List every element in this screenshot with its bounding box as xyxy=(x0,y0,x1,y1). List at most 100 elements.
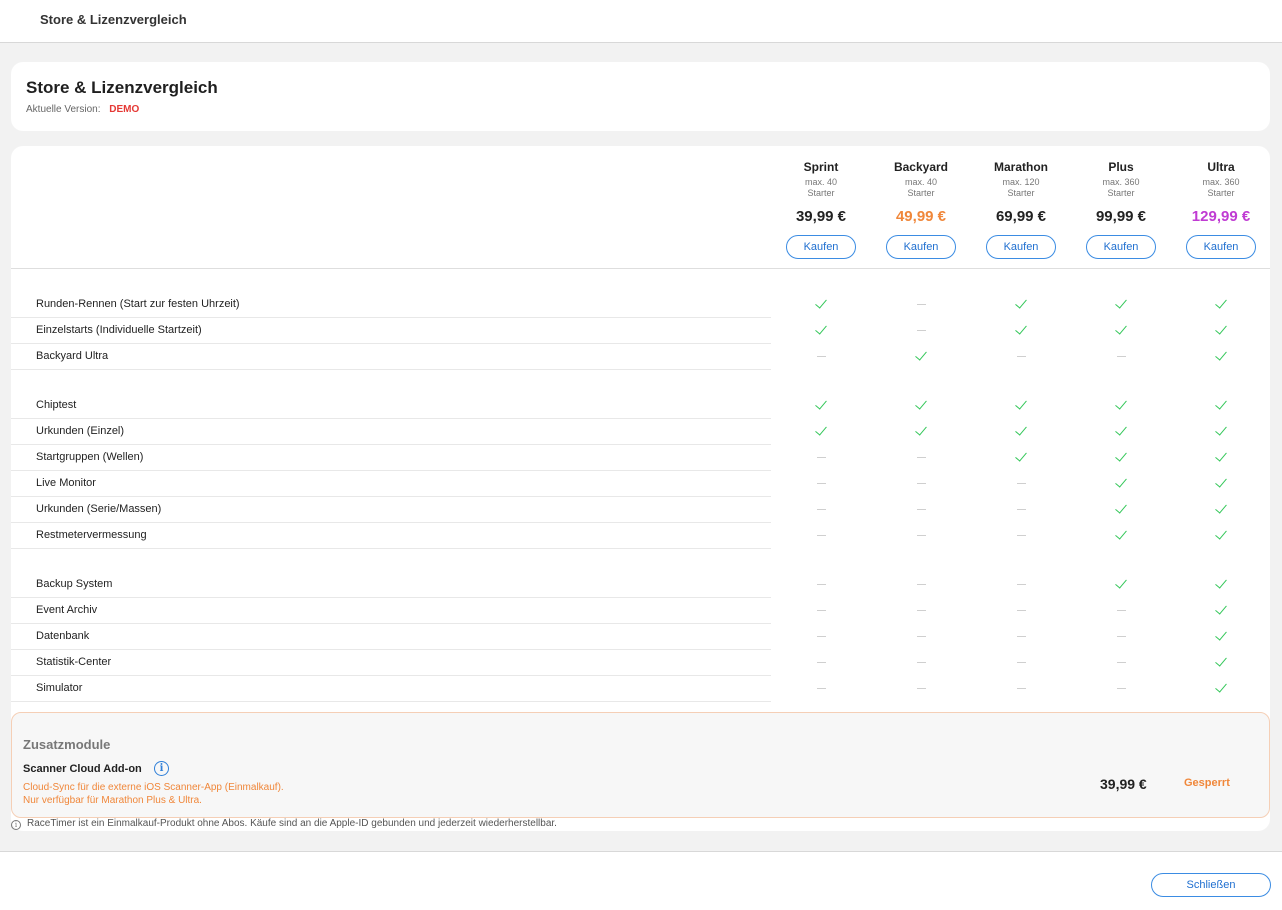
availability-cell xyxy=(771,650,871,676)
availability-cell xyxy=(771,572,871,598)
plan-capacity-max: max. 40 xyxy=(804,177,837,187)
availability-cell xyxy=(1171,318,1271,344)
checkmark-icon xyxy=(1115,297,1127,311)
availability-cell xyxy=(1071,471,1171,497)
feature-label: Simulator xyxy=(36,682,83,694)
feature-label: Statistik-Center xyxy=(36,656,112,668)
availability-cell xyxy=(1071,393,1171,419)
buy-button[interactable]: Kaufen xyxy=(986,235,1056,259)
plan-price: 99,99 € xyxy=(1095,208,1147,225)
buy-button[interactable]: Kaufen xyxy=(886,235,956,259)
feature-row: Statistik-Center xyxy=(11,650,1270,676)
info-icon: i xyxy=(11,820,21,830)
checkmark-icon xyxy=(1215,502,1227,516)
plan-column-4: Ultra max. 360 Starter 129,99 € Kaufen xyxy=(1171,160,1271,259)
dash-icon xyxy=(816,610,826,611)
dash-icon xyxy=(816,636,826,637)
feature-label: Live Monitor xyxy=(36,477,96,489)
feature-row: Urkunden (Einzel) xyxy=(11,419,1270,445)
buy-button[interactable]: Kaufen xyxy=(1086,235,1156,259)
availability-cell xyxy=(771,393,871,419)
checkmark-icon xyxy=(1115,450,1127,464)
addon-section: Zusatzmodule Scanner Cloud Add-on i Clou… xyxy=(11,712,1270,818)
feature-row: Restmetervermessung xyxy=(11,523,1270,549)
dash-icon xyxy=(816,688,826,689)
dash-icon xyxy=(816,457,826,458)
dash-icon xyxy=(1016,356,1026,357)
dash-icon xyxy=(1116,610,1126,611)
dash-icon xyxy=(1116,356,1126,357)
availability-cell xyxy=(1171,344,1271,370)
checkmark-icon xyxy=(815,297,827,311)
feature-label: Chiptest xyxy=(36,399,77,411)
availability-cell xyxy=(971,624,1071,650)
checkmark-icon xyxy=(1015,424,1027,438)
plan-name: Sprint xyxy=(803,160,839,174)
addon-status: Gesperrt xyxy=(1184,777,1230,789)
availability-cell xyxy=(871,598,971,624)
license-comparison-card: Sprint max. 40 Starter 39,99 € Kaufen Backyar… xyxy=(11,146,1270,831)
availability-cell xyxy=(1071,292,1171,318)
bottom-bar: Schließen xyxy=(0,851,1282,910)
feature-row: Backup System xyxy=(11,572,1270,598)
availability-cell xyxy=(871,419,971,445)
availability-cell xyxy=(971,318,1071,344)
checkmark-icon xyxy=(815,424,827,438)
checkmark-icon xyxy=(1115,476,1127,490)
checkmark-icon xyxy=(1215,297,1227,311)
dash-icon xyxy=(816,483,826,484)
plan-capacity-max: max. 360 xyxy=(1102,177,1140,187)
availability-cell xyxy=(771,344,871,370)
plan-capacity: max. 120 Starter xyxy=(971,177,1071,199)
dash-icon xyxy=(916,330,926,331)
plan-capacity-max: max. 120 xyxy=(1002,177,1040,187)
availability-cell xyxy=(1171,497,1271,523)
dash-icon xyxy=(1016,610,1026,611)
plan-name: Backyard xyxy=(893,160,949,174)
availability-cell xyxy=(871,344,971,370)
row-divider xyxy=(11,701,771,702)
availability-cell xyxy=(971,292,1071,318)
dash-icon xyxy=(916,662,926,663)
availability-cell xyxy=(1171,445,1271,471)
availability-cell xyxy=(771,598,871,624)
dash-icon xyxy=(916,688,926,689)
availability-cell xyxy=(871,393,971,419)
availability-cell xyxy=(971,344,1071,370)
plan-capacity-max: max. 360 xyxy=(1202,177,1240,187)
availability-cell xyxy=(971,393,1071,419)
feature-row: Einzelstarts (Individuelle Startzeit) xyxy=(11,318,1270,344)
availability-cell xyxy=(771,318,871,344)
feature-label: Restmetervermessung xyxy=(36,529,147,541)
dash-icon xyxy=(916,483,926,484)
plan-price: 39,99 € xyxy=(795,208,847,225)
buy-button[interactable]: Kaufen xyxy=(786,235,856,259)
feature-row: Event Archiv xyxy=(11,598,1270,624)
availability-cell xyxy=(971,419,1071,445)
dash-icon xyxy=(1016,535,1026,536)
checkmark-icon xyxy=(1115,323,1127,337)
availability-cell xyxy=(1171,292,1271,318)
checkmark-icon xyxy=(1015,450,1027,464)
addon-price: 39,99 € xyxy=(1100,776,1147,792)
dash-icon xyxy=(1116,662,1126,663)
checkmark-icon xyxy=(1215,577,1227,591)
availability-cell xyxy=(771,445,871,471)
checkmark-icon xyxy=(1215,398,1227,412)
availability-cell xyxy=(1171,572,1271,598)
availability-cell xyxy=(871,523,971,549)
version-badge: DEMO xyxy=(109,104,140,115)
close-button[interactable]: Schließen xyxy=(1151,873,1271,897)
checkmark-icon xyxy=(915,349,927,363)
availability-cell xyxy=(1071,318,1171,344)
availability-cell xyxy=(871,650,971,676)
availability-cell xyxy=(1071,598,1171,624)
header-divider xyxy=(11,268,1270,269)
availability-cell xyxy=(1071,650,1171,676)
dash-icon xyxy=(816,584,826,585)
checkmark-icon xyxy=(915,398,927,412)
info-icon[interactable]: i xyxy=(154,761,169,776)
buy-button[interactable]: Kaufen xyxy=(1186,235,1256,259)
feature-row: Datenbank xyxy=(11,624,1270,650)
feature-row: Startgruppen (Wellen) xyxy=(11,445,1270,471)
